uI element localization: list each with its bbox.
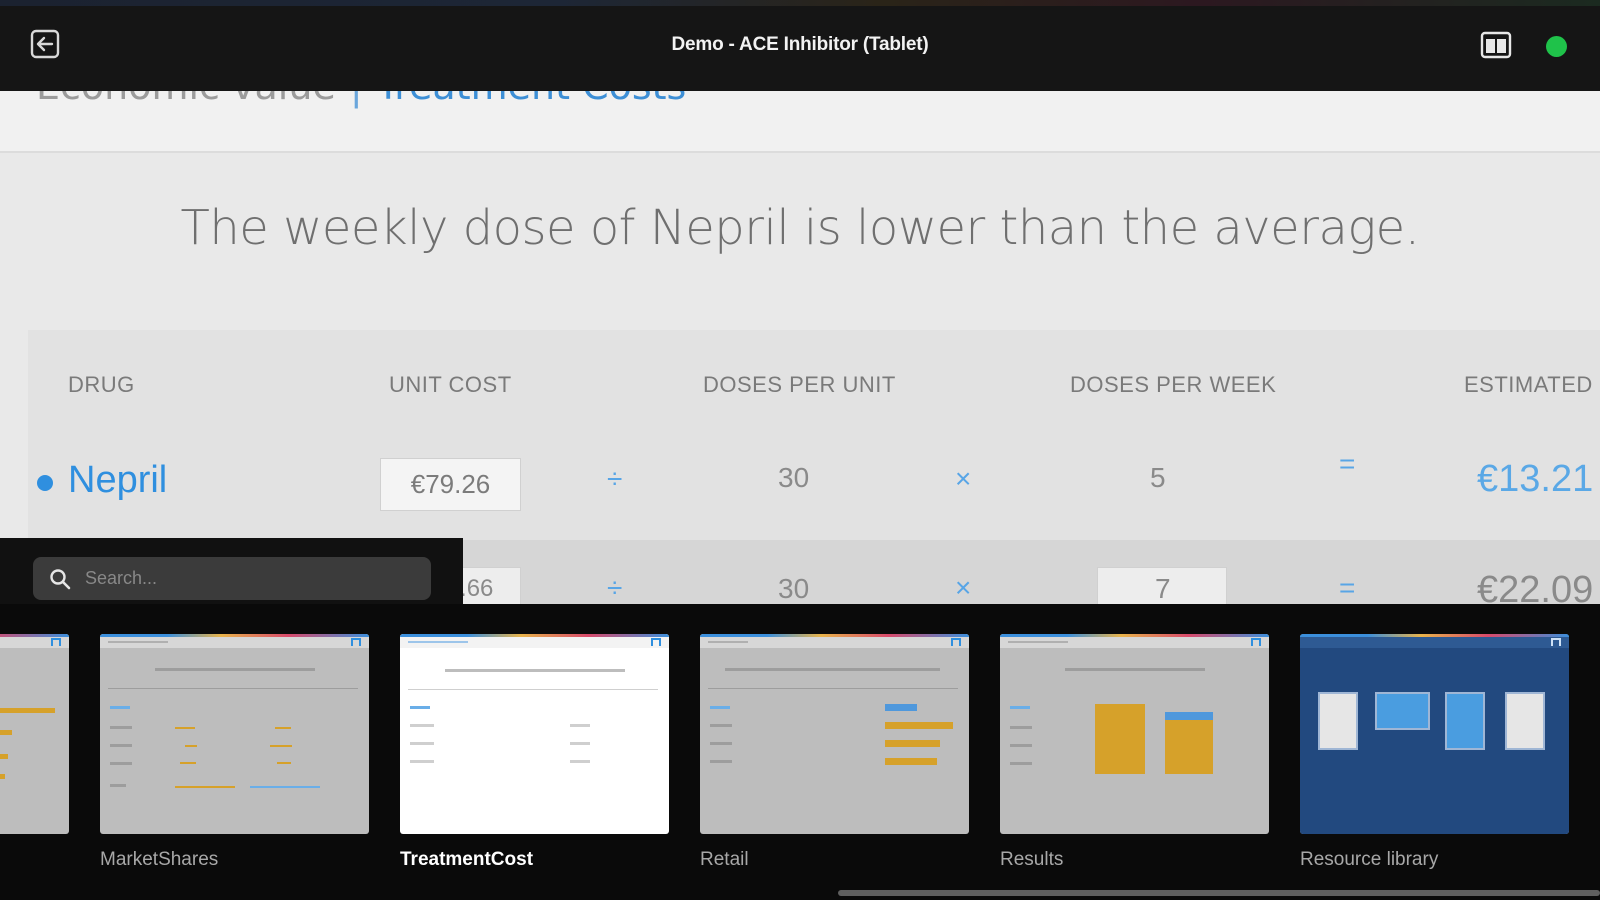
divide-operator: ÷	[607, 572, 623, 603]
estimated-cost-value: €13.21	[1477, 458, 1594, 500]
slide-navigator: MarketShares TreatmentCost Retail Result…	[0, 604, 1600, 900]
divide-operator: ÷	[607, 463, 623, 494]
doses-per-week-value: 7	[1155, 573, 1171, 604]
column-header-estimated: ESTIMATED	[1464, 372, 1593, 397]
drug-name-nepril[interactable]: Nepril	[68, 459, 167, 502]
slide-thumbnail-label: MarketShares	[100, 849, 219, 870]
window-title-bar: Demo - ACE Inhibitor (Tablet)	[0, 0, 1600, 91]
slide-thumbnail-label: Resource library	[1300, 849, 1439, 870]
equals-operator: =	[1339, 448, 1356, 479]
slide-thumbnail[interactable]	[0, 634, 69, 834]
slide-thumbnail-treatmentcost[interactable]	[400, 634, 669, 834]
column-header-drug: DRUG	[68, 372, 135, 397]
slide-thumbnail-label: Retail	[700, 849, 749, 870]
slide-thumbnail-results[interactable]	[1000, 634, 1269, 834]
doses-per-unit-value: 30	[778, 573, 810, 604]
multiply-operator: ×	[955, 572, 972, 603]
slide-headline: The weekly dose of Nepril is lower than …	[180, 200, 1420, 256]
unit-cost-input[interactable]: €79.26	[380, 458, 521, 511]
title-bar-color-strip	[0, 0, 1600, 6]
layout-toggle-button[interactable]	[1480, 30, 1512, 60]
column-header-doses-per-week: DOSES PER WEEK	[1070, 372, 1277, 397]
equals-operator: =	[1339, 572, 1356, 603]
slide-thumbnail-resource-library[interactable]	[1300, 634, 1569, 834]
column-header-doses-per-unit: DOSES PER UNIT	[703, 372, 896, 397]
search-icon	[50, 569, 71, 590]
slide-thumbnail-retail[interactable]	[700, 634, 969, 834]
column-header-unit-cost: UNIT COST	[389, 372, 512, 397]
search-box[interactable]	[33, 557, 431, 600]
search-input[interactable]	[85, 557, 415, 600]
doses-per-unit-value: 30	[778, 462, 810, 493]
slide-thumbnail-marketshares[interactable]	[100, 634, 369, 834]
multiply-operator: ×	[955, 463, 972, 494]
doses-per-week-value: 5	[1150, 462, 1166, 493]
drug-marker-dot	[37, 475, 53, 491]
connection-status-indicator	[1546, 36, 1567, 57]
search-panel	[0, 538, 463, 604]
slide-thumbnail-label: Results	[1000, 849, 1064, 870]
slide-thumbnail-label: TreatmentCost	[400, 849, 534, 870]
window-title: Demo - ACE Inhibitor (Tablet)	[671, 34, 929, 55]
navigator-scrollbar-thumb[interactable]	[838, 890, 1600, 896]
layout-icon	[1480, 31, 1512, 59]
